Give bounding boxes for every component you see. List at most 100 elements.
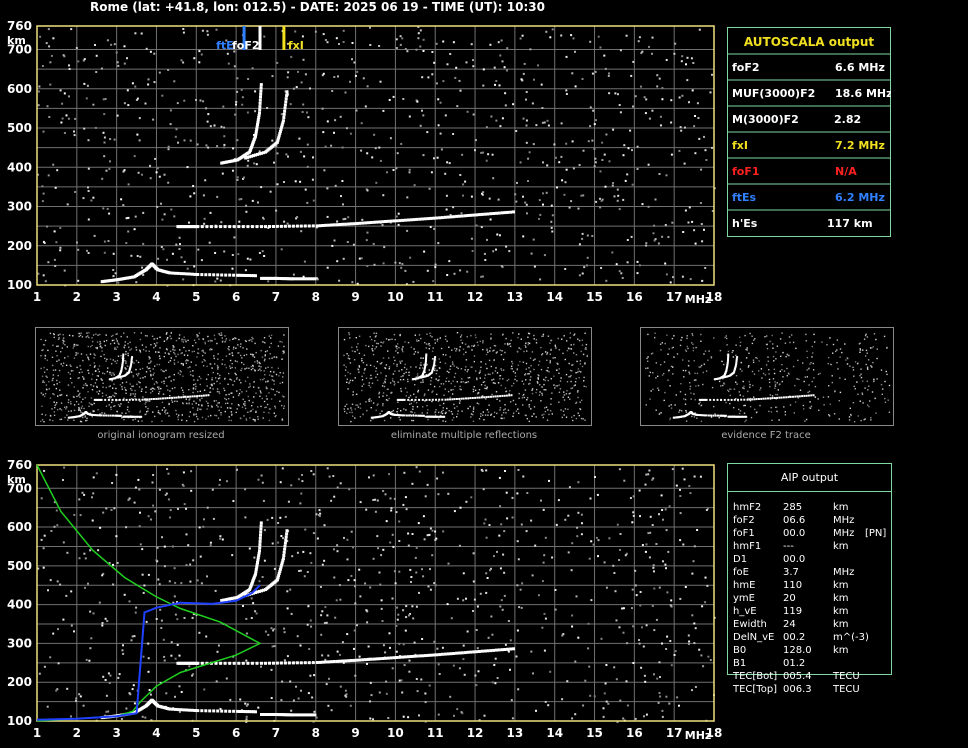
trace-point [794,395,797,398]
noise-pixel [658,389,660,391]
noise-pixel [651,524,654,526]
noise-pixel [807,391,809,394]
noise-pixel [331,244,334,247]
noise-pixel [84,382,87,385]
noise-pixel [115,473,118,476]
trace-point [712,398,715,401]
trace-point [275,224,279,228]
noise-pixel [393,381,395,383]
noise-pixel [704,267,707,269]
noise-pixel [96,391,98,393]
noise-pixel [832,343,835,346]
noise-pixel [41,405,43,407]
noise-pixel [501,350,503,352]
noise-pixel [868,385,870,387]
noise-pixel [698,137,701,140]
noise-pixel [142,211,145,214]
noise-pixel [698,403,700,405]
noise-pixel [323,169,326,172]
noise-pixel [213,400,215,402]
param-label: h'Es [732,217,758,230]
noise-pixel [803,380,805,383]
noise-pixel [482,342,484,344]
noise-pixel [774,381,776,383]
noise-pixel [161,218,164,221]
noise-pixel [402,98,405,100]
trace-point [372,220,376,224]
noise-pixel [632,511,635,514]
noise-pixel [472,59,474,62]
noise-pixel [147,642,150,645]
noise-pixel [381,224,384,227]
noise-pixel [225,337,228,340]
noise-pixel [399,35,402,38]
noise-pixel [134,215,137,218]
noise-pixel [90,199,93,202]
noise-pixel [236,408,238,410]
noise-pixel [147,78,150,81]
noise-pixel [551,556,554,559]
noise-pixel [545,191,548,194]
noise-pixel [398,540,401,542]
noise-pixel [281,467,284,470]
noise-pixel [332,475,335,477]
noise-pixel [583,266,586,269]
noise-pixel [44,280,47,283]
noise-pixel [641,203,644,206]
noise-pixel [501,117,504,120]
noise-pixel [733,388,736,390]
noise-pixel [196,336,198,338]
noise-pixel [192,185,195,187]
noise-pixel [202,349,204,352]
noise-pixel [614,92,617,95]
noise-pixel [284,515,287,518]
noise-pixel [667,379,669,381]
noise-pixel [234,372,236,375]
noise-pixel [256,360,258,362]
noise-pixel [388,368,390,370]
noise-pixel [351,42,354,44]
noise-pixel [251,67,254,70]
trace-point [174,271,177,275]
noise-pixel [426,534,429,537]
noise-pixel [374,147,377,150]
noise-pixel [205,107,208,110]
noise-pixel [435,378,437,380]
noise-pixel [415,571,418,574]
noise-pixel [530,408,532,410]
noise-pixel [172,347,174,349]
trace-point [435,216,439,220]
noise-pixel [376,379,379,381]
noise-pixel [88,402,91,404]
noise-pixel [142,242,145,245]
noise-pixel [147,400,149,402]
noise-pixel [485,353,488,356]
noise-pixel [370,338,373,341]
noise-pixel [409,256,412,259]
noise-pixel [79,695,82,698]
noise-pixel [283,405,285,407]
noise-pixel [93,234,96,237]
noise-pixel [78,693,81,696]
noise-pixel [810,405,813,408]
noise-pixel [589,106,592,109]
noise-pixel [391,378,394,380]
noise-pixel [401,369,403,371]
noise-pixel [645,98,648,101]
noise-pixel [416,340,418,342]
noise-pixel [517,364,519,366]
noise-pixel [428,342,430,345]
trace-point [792,395,794,398]
noise-pixel [273,383,275,385]
noise-pixel [682,369,685,372]
noise-pixel [274,407,277,409]
noise-pixel [301,111,304,113]
noise-pixel [257,406,259,408]
trace-point [228,225,232,229]
noise-pixel [511,362,514,365]
noise-pixel [76,241,78,244]
noise-pixel [357,343,359,345]
noise-pixel [753,339,755,341]
noise-pixel [504,408,506,410]
noise-pixel [296,216,299,218]
